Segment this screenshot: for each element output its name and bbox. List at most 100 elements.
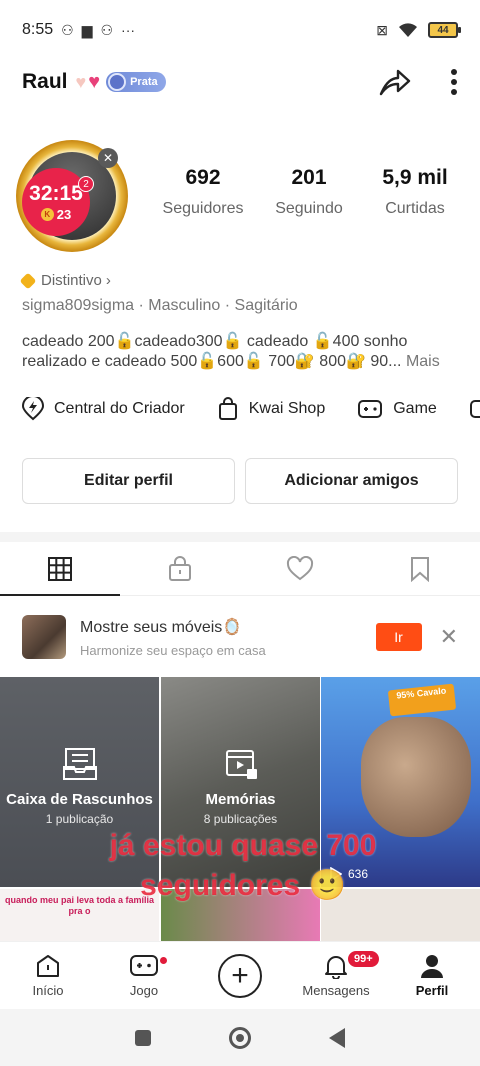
recents-button[interactable] xyxy=(135,1029,151,1046)
tab-likes[interactable] xyxy=(240,542,360,595)
lock-icon xyxy=(169,555,191,581)
promo-title: Mostre seus móveis🪞 xyxy=(80,618,243,636)
nav-messages[interactable]: 99+ Mensagens xyxy=(288,949,384,998)
home-button[interactable] xyxy=(229,1026,251,1049)
coin-icon: K xyxy=(40,207,54,221)
profile-actions: Editar perfil Adicionar amigos xyxy=(22,458,458,504)
badge-icon xyxy=(19,272,37,289)
shortcut-label: Central do Criador xyxy=(54,400,185,417)
back-button[interactable] xyxy=(329,1027,345,1048)
bio-more-link[interactable]: Mais xyxy=(406,353,440,370)
gamepad-icon xyxy=(130,955,158,976)
live-level-value: 23 xyxy=(56,206,72,222)
stat-value: 201 xyxy=(291,166,327,189)
stat-likes[interactable]: 5,9 mil Curtidas xyxy=(362,166,468,218)
tab-saved[interactable] xyxy=(360,542,480,595)
stat-label: Seguidores xyxy=(162,200,244,217)
level-badge[interactable]: Prata xyxy=(106,72,166,92)
nav-game[interactable]: Jogo xyxy=(96,953,192,998)
stat-value: 5,9 mil xyxy=(382,166,448,189)
notif-dot xyxy=(160,957,167,964)
add-friends-button[interactable]: Adicionar amigos xyxy=(245,458,458,504)
edit-profile-button[interactable]: Editar perfil xyxy=(22,458,235,504)
notification-icon: ▆ xyxy=(81,21,93,38)
nav-label: Jogo xyxy=(129,983,159,998)
shortcut-label: Game xyxy=(393,400,437,417)
share-icon[interactable] xyxy=(378,66,412,98)
lightning-pin-icon xyxy=(22,397,44,421)
messages-badge: 99+ xyxy=(346,949,381,969)
profile-bio: cadeado 200🔓cadeado300🔓 cadeado 🔓400 son… xyxy=(22,332,466,372)
drafts-count: 1 publicação xyxy=(45,812,114,826)
shortcut-label: Kwai Shop xyxy=(248,400,326,417)
promo-thumbnail xyxy=(22,615,66,659)
distintivo-label: Distintivo xyxy=(41,272,102,289)
level-badge-label: Prata xyxy=(130,76,158,88)
battery-icon: 44 xyxy=(428,22,461,38)
system-navigation xyxy=(0,1009,480,1066)
bottom-nav: Início Jogo + 99+ Mensagens Perfil xyxy=(0,941,480,1009)
close-icon[interactable]: ✕ xyxy=(440,624,458,650)
nav-create[interactable]: + xyxy=(192,953,288,998)
stat-value: 692 xyxy=(185,166,221,189)
memories-icon xyxy=(226,750,257,779)
promo-text: Mostre seus móveis🪞 Harmonize seu espaço… xyxy=(80,617,266,658)
heart-icon: ♥ xyxy=(75,71,87,92)
video-thumbnail-face xyxy=(361,717,471,837)
promo-banner[interactable]: Mostre seus móveis🪞 Harmonize seu espaço… xyxy=(0,597,480,677)
nav-label: Início xyxy=(32,983,64,998)
stat-following[interactable]: 201 Seguindo xyxy=(256,166,362,218)
home-icon xyxy=(37,955,59,977)
more-shortcut-icon xyxy=(469,400,480,418)
memories-info: Memórias 8 publicações xyxy=(161,791,320,826)
notification-icon: ⚇ xyxy=(100,21,114,38)
overlay-caption: já estou quase 700 seguidores 🙂 xyxy=(109,829,377,902)
profile-stats: 692 Seguidores 201 Seguindo 5,9 mil Curt… xyxy=(150,166,468,218)
sticker-label: 95% Cavalo xyxy=(387,683,457,717)
notification-icon: ⚇ xyxy=(61,21,74,38)
shortcut-more[interactable] xyxy=(469,398,480,420)
person-icon xyxy=(421,955,443,978)
distintivo-link[interactable]: Distintivo › xyxy=(19,272,111,289)
notif-dot: 2 xyxy=(78,176,94,192)
bookmark-icon xyxy=(411,556,429,582)
section-divider xyxy=(0,532,480,542)
shopping-bag-icon xyxy=(218,397,237,420)
stat-label: Seguindo xyxy=(275,200,343,217)
profile-meta: sigma809sigma · Masculino · Sagitário xyxy=(22,297,298,314)
close-icon[interactable]: ✕ xyxy=(98,148,118,168)
nav-home[interactable]: Início xyxy=(0,953,96,998)
battery-level: 44 xyxy=(437,24,449,36)
shortcut-kwai-shop[interactable]: Kwai Shop xyxy=(217,397,326,421)
promo-subtitle: Harmonize seu espaço em casa xyxy=(80,642,266,658)
drafts-info: Caixa de Rascunhos 1 publicação xyxy=(0,791,159,826)
stat-label: Curtidas xyxy=(385,200,445,217)
heart-icon xyxy=(286,555,314,580)
memories-title: Memórias xyxy=(205,791,276,808)
creator-shortcuts: Central do Criador Kwai Shop Game xyxy=(22,396,480,422)
status-time: 8:55 xyxy=(22,21,54,38)
stat-followers[interactable]: 692 Seguidores xyxy=(150,166,256,218)
status-bar: 8:55 ⚇ ▆ ⚇ ··· ⊠ 44 xyxy=(0,0,480,60)
shortcut-game[interactable]: Game xyxy=(357,398,437,420)
medal-icon xyxy=(108,73,127,91)
nav-label: Perfil xyxy=(415,983,449,998)
plus-icon: + xyxy=(218,953,262,998)
memories-count: 8 publicações xyxy=(203,812,278,826)
chevron-right-icon: › xyxy=(105,272,111,289)
promo-go-button[interactable]: Ir xyxy=(375,623,422,651)
tab-private[interactable] xyxy=(120,542,240,595)
nav-profile[interactable]: Perfil xyxy=(384,953,480,998)
profile-header: Raul ♥ ♥ Prata xyxy=(0,60,480,104)
avatar[interactable]: 32:15 K 23 2 ✕ xyxy=(14,138,132,256)
sim-icon: ⊠ xyxy=(376,21,388,38)
bio-text: cadeado 200🔓cadeado300🔓 cadeado 🔓400 son… xyxy=(22,333,408,370)
more-notifications-icon: ··· xyxy=(121,22,136,38)
content-tabs xyxy=(0,542,480,596)
inbox-icon xyxy=(63,748,97,780)
tab-grid[interactable] xyxy=(0,542,120,596)
username: Raul xyxy=(22,70,68,93)
shortcut-creator-center[interactable]: Central do Criador xyxy=(22,397,185,421)
more-options-icon[interactable] xyxy=(450,68,458,96)
nav-label: Mensagens xyxy=(302,983,370,998)
